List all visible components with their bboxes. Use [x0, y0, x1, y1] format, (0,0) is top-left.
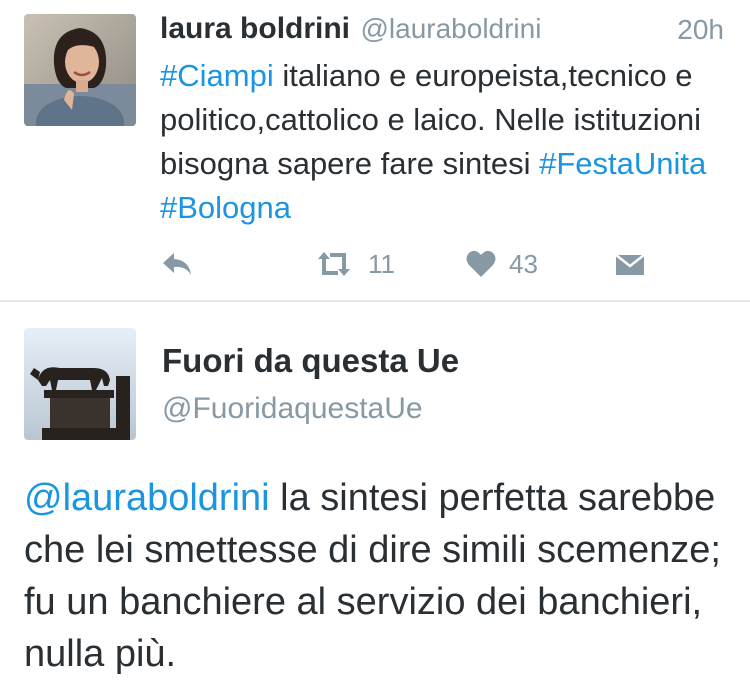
avatar-photo [24, 14, 136, 126]
hashtag-link[interactable]: #Ciampi [160, 58, 274, 93]
like-count: 43 [509, 248, 538, 279]
tweet-timestamp[interactable]: 20h [677, 14, 724, 46]
avatar[interactable] [24, 14, 136, 126]
tweet-card[interactable]: Fuori da questa Ue @FuoridaquestaUe @lau… [0, 302, 750, 692]
tweet-card[interactable]: laura boldrini @lauraboldrini 20h #Ciamp… [0, 0, 750, 300]
she-wolf-avatar-image [24, 328, 136, 440]
author-name[interactable]: laura boldrini [160, 12, 350, 45]
like-button[interactable]: 43 [465, 244, 538, 284]
heart-icon [465, 249, 497, 279]
direct-message-icon [613, 249, 647, 279]
retweet-button[interactable]: 11 [312, 244, 395, 284]
retweet-icon [312, 249, 356, 279]
author-handle[interactable]: @FuoridaquestaUe [162, 392, 423, 426]
reply-icon [160, 249, 194, 279]
author-handle[interactable]: @lauraboldrini [360, 13, 541, 44]
mention-link[interactable]: @lauraboldrini [24, 477, 270, 519]
hashtag-link[interactable]: #FestaUnita [539, 146, 706, 181]
tweet-header: laura boldrini @lauraboldrini 20h [160, 12, 726, 52]
author-name[interactable]: Fuori da questa Ue [162, 342, 459, 380]
direct-message-button[interactable] [613, 244, 647, 284]
avatar[interactable] [24, 328, 136, 440]
reply-button[interactable] [160, 244, 194, 284]
tweet-text: #Ciampi italiano e europeista,tecnico e … [160, 54, 730, 230]
retweet-count: 11 [368, 248, 395, 279]
hashtag-link[interactable]: #Bologna [160, 190, 291, 225]
tweet-text: @lauraboldrini la sintesi perfetta sareb… [24, 472, 724, 680]
tweet-actions: 11 43 [160, 244, 660, 284]
